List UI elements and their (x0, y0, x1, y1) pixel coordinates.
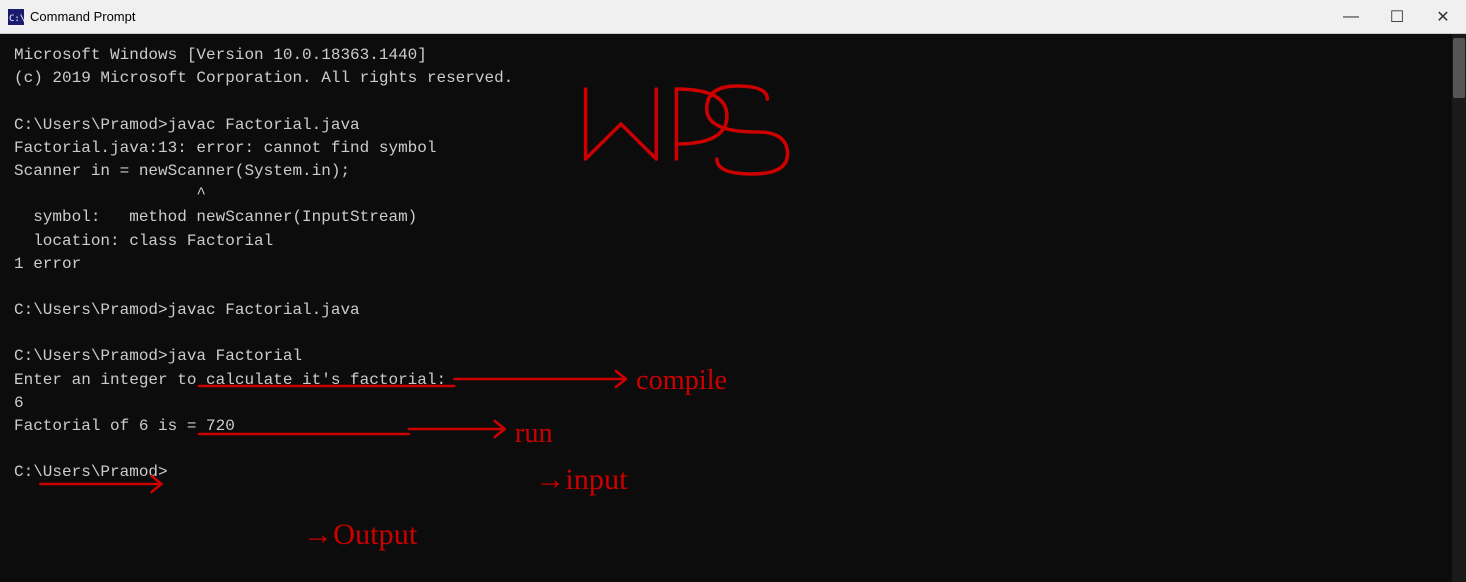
scrollbar-thumb[interactable] (1453, 38, 1465, 98)
terminal-line (14, 322, 1452, 345)
terminal-line: 1 error (14, 253, 1452, 276)
svg-text:→Output: →Output (303, 517, 418, 551)
cmd-icon: C:\ (8, 9, 24, 25)
terminal-body[interactable]: Microsoft Windows [Version 10.0.18363.14… (0, 34, 1466, 582)
terminal-line: C:\Users\Pramod>javac Factorial.java (14, 114, 1452, 137)
terminal-line (14, 276, 1452, 299)
close-button[interactable]: ✕ (1420, 0, 1466, 34)
terminal-line: C:\Users\Pramod>javac Factorial.java (14, 299, 1452, 322)
terminal-line: location: class Factorial (14, 230, 1452, 253)
terminal-line: C:\Users\Pramod> (14, 461, 1452, 484)
terminal-line: C:\Users\Pramod>java Factorial (14, 345, 1452, 368)
maximize-button[interactable]: ☐ (1374, 0, 1420, 34)
terminal-line: Factorial of 6 is = 720 (14, 415, 1452, 438)
terminal-output: Microsoft Windows [Version 10.0.18363.14… (14, 44, 1452, 485)
terminal-line (14, 90, 1452, 113)
titlebar-controls: — ☐ ✕ (1328, 0, 1466, 34)
terminal-line: Enter an integer to calculate it's facto… (14, 369, 1452, 392)
minimize-button[interactable]: — (1328, 0, 1374, 34)
cmd-window: C:\ Command Prompt — ☐ ✕ Microsoft Windo… (0, 0, 1466, 582)
terminal-line: symbol: method newScanner(InputStream) (14, 206, 1452, 229)
terminal-line: Scanner in = newScanner(System.in); (14, 160, 1452, 183)
window-title: Command Prompt (30, 9, 135, 24)
terminal-line (14, 438, 1452, 461)
terminal-line: Factorial.java:13: error: cannot find sy… (14, 137, 1452, 160)
terminal-line: (c) 2019 Microsoft Corporation. All righ… (14, 67, 1452, 90)
svg-text:C:\: C:\ (9, 14, 24, 24)
titlebar: C:\ Command Prompt — ☐ ✕ (0, 0, 1466, 34)
terminal-line: Microsoft Windows [Version 10.0.18363.14… (14, 44, 1452, 67)
terminal-line: ^ (14, 183, 1452, 206)
titlebar-left: C:\ Command Prompt (8, 9, 135, 25)
terminal-line: 6 (14, 392, 1452, 415)
scrollbar[interactable] (1452, 34, 1466, 582)
